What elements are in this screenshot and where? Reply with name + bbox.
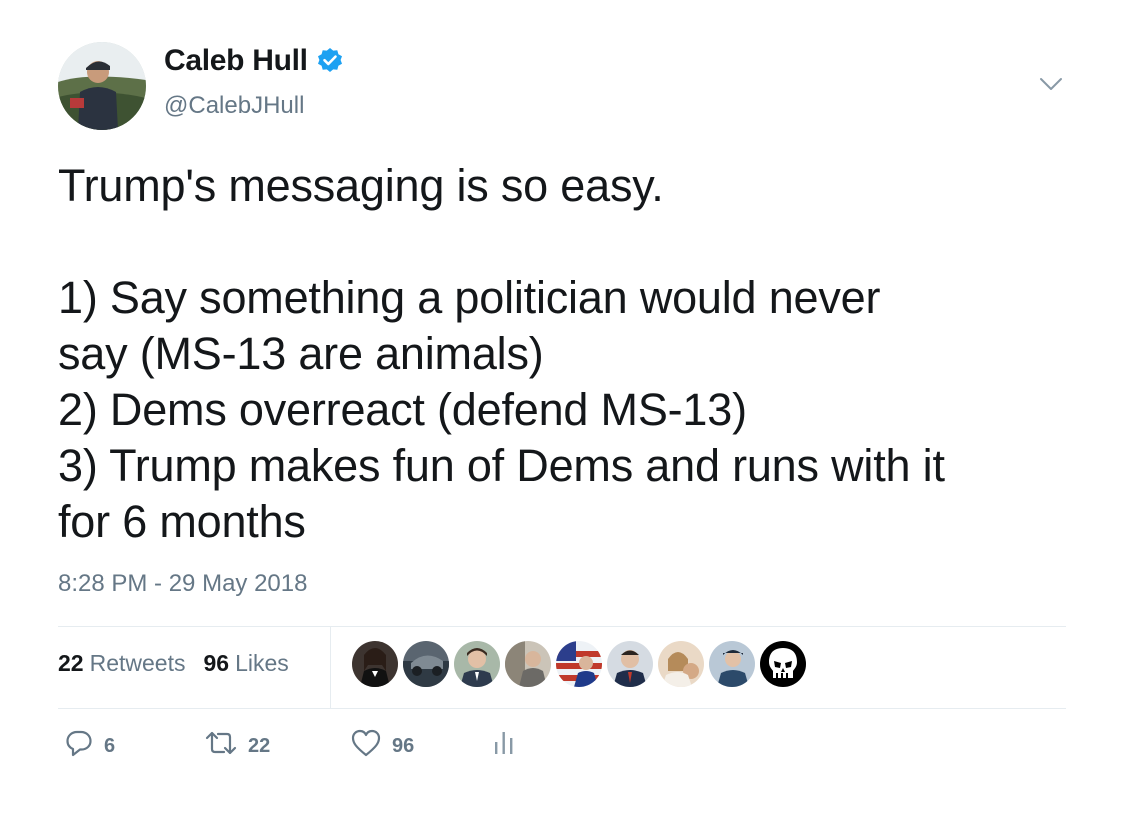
chevron-down-icon[interactable] <box>1038 74 1064 94</box>
liker-avatar[interactable] <box>505 641 551 687</box>
retweet-button[interactable]: 22 <box>204 728 270 764</box>
tweet-line: 1) Say something a politician would neve… <box>58 272 881 323</box>
liker-avatar[interactable] <box>709 641 755 687</box>
retweet-icon <box>204 728 248 764</box>
liker-avatar[interactable] <box>607 641 653 687</box>
reply-button[interactable]: 6 <box>64 728 115 764</box>
likes-label: Likes <box>235 650 289 676</box>
reply-icon <box>64 728 104 764</box>
liker-avatar[interactable] <box>352 641 398 687</box>
analytics-icon <box>492 728 526 764</box>
retweets-label: Retweets <box>89 650 186 676</box>
liker-avatar[interactable] <box>556 641 602 687</box>
analytics-button[interactable] <box>492 728 526 764</box>
author-avatar[interactable] <box>58 42 146 130</box>
liker-avatar[interactable] <box>403 641 449 687</box>
heart-icon <box>350 728 392 764</box>
tweet-line <box>58 214 1078 270</box>
tweet-timestamp[interactable]: 8:28 PM - 29 May 2018 <box>58 570 307 598</box>
retweet-count: 22 <box>248 734 271 757</box>
divider <box>58 626 1066 627</box>
reply-count: 6 <box>104 734 116 757</box>
tweet-text: Trump's messaging is so easy. 1) Say som… <box>58 158 1078 550</box>
divider <box>58 708 1066 709</box>
liker-avatar[interactable] <box>760 641 806 687</box>
like-button[interactable]: 96 <box>350 728 414 764</box>
liker-avatar[interactable] <box>658 641 704 687</box>
tweet-line: Trump's messaging is so easy. <box>58 160 664 211</box>
author-handle[interactable]: @CalebJHull <box>164 92 304 120</box>
tweet-card: Caleb Hull @CalebJHull Trump's messaging… <box>0 0 1124 820</box>
liker-avatar[interactable] <box>454 641 500 687</box>
tweet-line: 2) Dems overreact (defend MS-13) <box>58 384 747 435</box>
retweets-count: 22 <box>58 650 84 676</box>
author-name-text[interactable]: Caleb Hull <box>164 44 308 78</box>
tweet-line: for 6 months <box>58 496 306 547</box>
author-name[interactable]: Caleb Hull <box>164 44 344 78</box>
like-count: 96 <box>392 734 415 757</box>
tweet-line: say (MS-13 are animals) <box>58 328 544 379</box>
retweets-stat[interactable]: 22 Retweets <box>58 650 185 677</box>
likes-count: 96 <box>203 650 230 676</box>
verified-badge-icon <box>316 47 344 75</box>
tweet-line: 3) Trump makes fun of Dems and runs with… <box>58 440 945 491</box>
likes-stat[interactable]: 96 Likes <box>203 650 288 677</box>
stats-divider <box>330 626 331 708</box>
likers-avatars <box>352 641 811 687</box>
tweet-stats: 22 Retweets 96 Likes <box>58 650 289 677</box>
